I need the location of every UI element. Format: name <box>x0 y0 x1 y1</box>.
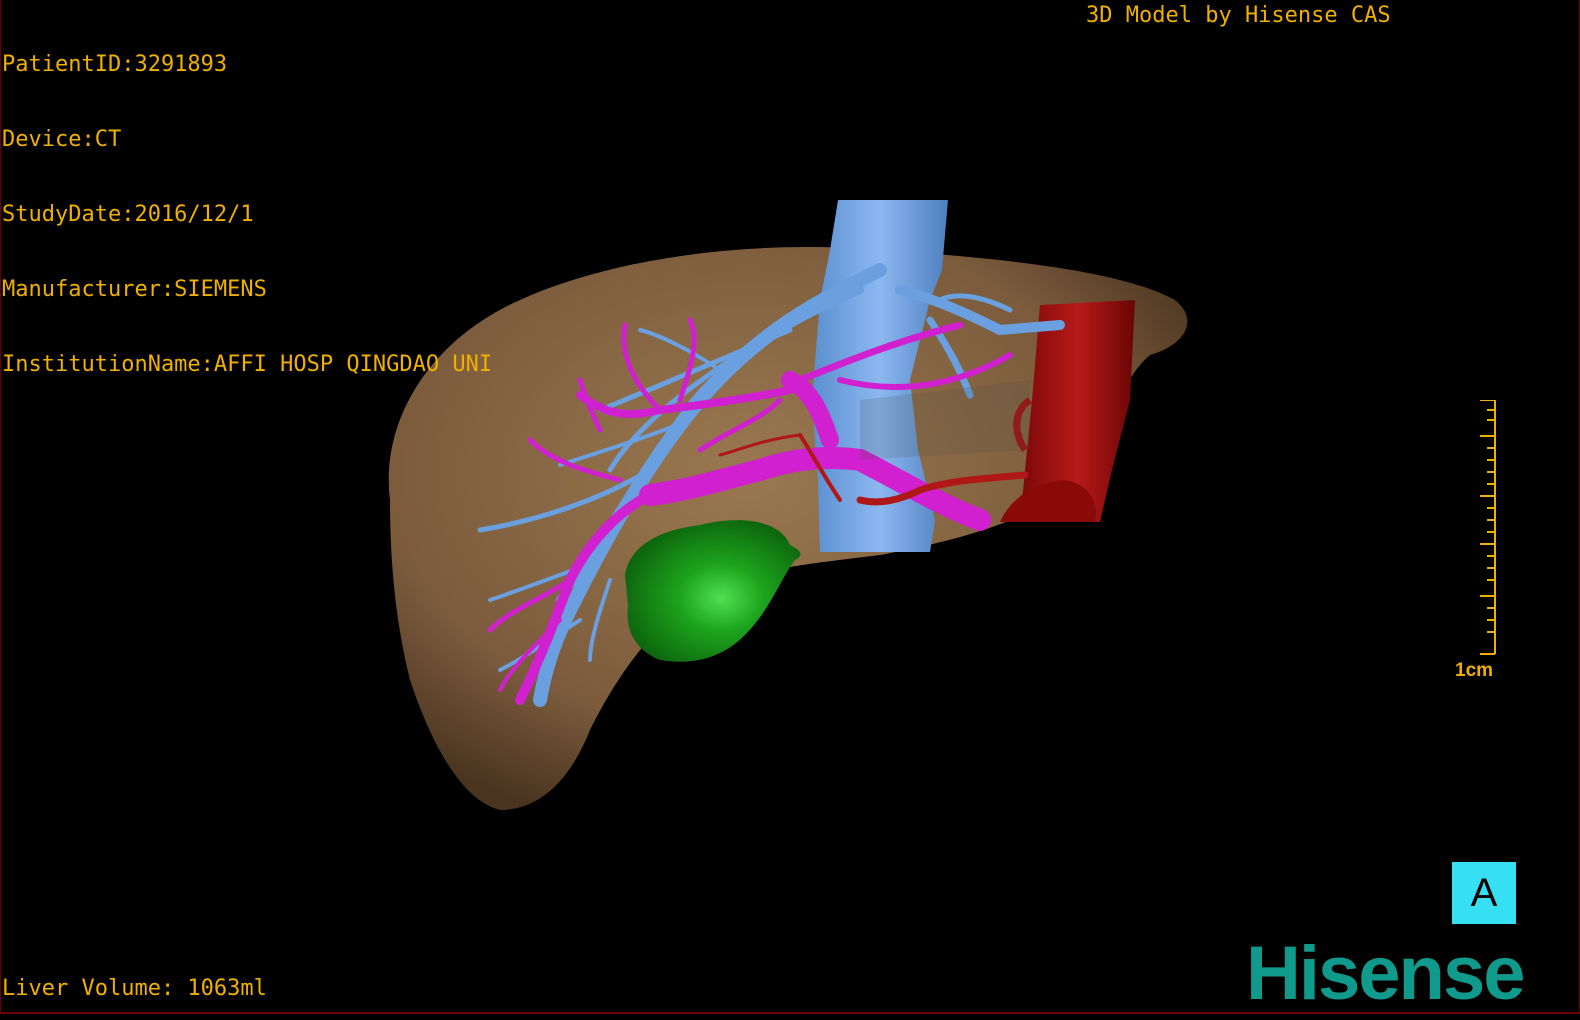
logo-wordmark: Hisense <box>1246 935 1524 1015</box>
device-text: Device:CT <box>2 127 122 152</box>
orientation-marker[interactable]: A <box>1452 862 1516 924</box>
study-date-text: StudyDate:2016/12/1 <box>2 202 254 227</box>
hisense-logo: Hisense <box>1246 935 1526 1015</box>
patient-info-overlay: PatientID:3291893 Device:CT StudyDate:20… <box>2 2 492 402</box>
model-credit-text: 3D Model by Hisense CAS <box>1086 3 1391 28</box>
scale-bar <box>1480 400 1496 655</box>
manufacturer-text: Manufacturer:SIEMENS <box>2 277 267 302</box>
institution-text: InstitutionName:AFFI HOSP QINGDAO UNI <box>2 352 493 377</box>
scale-bar-label: 1cm <box>1455 660 1494 681</box>
liver-volume-text: Liver Volume: 1063ml <box>2 976 267 1001</box>
patient-id-text: PatientID:3291893 <box>2 52 228 77</box>
tumor <box>625 520 801 662</box>
